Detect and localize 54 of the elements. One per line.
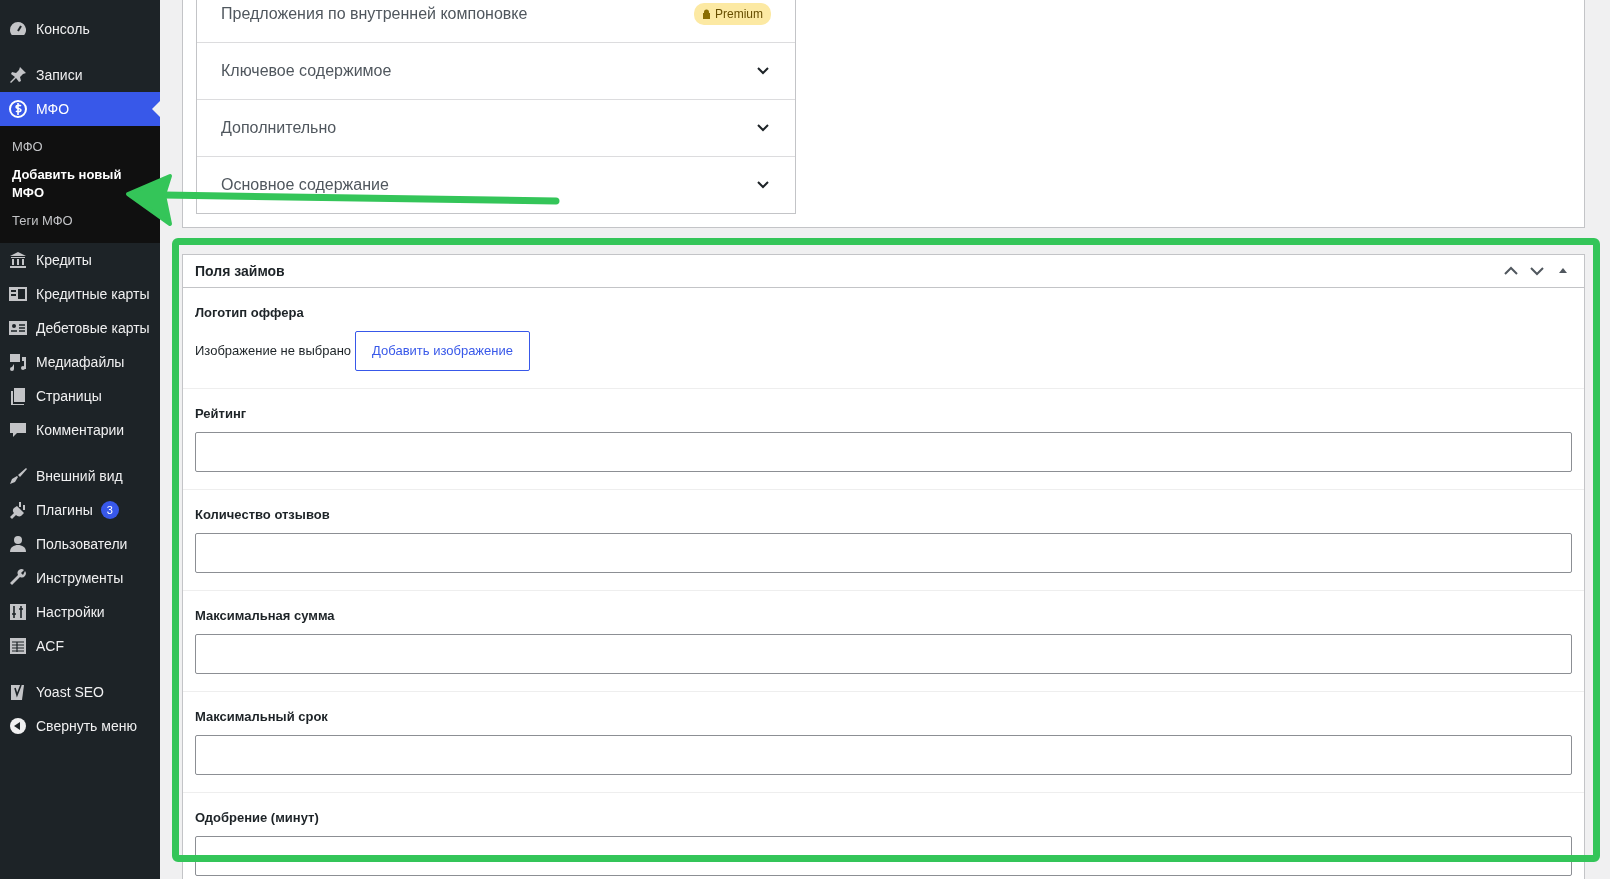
accordion-row[interactable]: Предложения по внутренней компоновке Premium [197, 0, 795, 42]
field-label: Максимальный срок [195, 708, 329, 725]
user-icon [8, 534, 28, 554]
media-icon [8, 352, 28, 372]
brush-icon [8, 466, 28, 486]
sidebar-item[interactable]: Кредиты [0, 243, 160, 277]
update-count-badge: 3 [100, 501, 119, 519]
dollar-icon [8, 99, 28, 119]
text-input-field[interactable] [195, 735, 1572, 775]
sidebar-item[interactable]: Консоль [0, 12, 160, 46]
field-label: Максимальная сумма [195, 607, 336, 624]
sidebar-item[interactable]: Записи [0, 58, 160, 92]
sidebar-item[interactable]: Медиафайлы [0, 345, 160, 379]
field-label: Одобрение (минут) [195, 809, 320, 826]
accordion-row[interactable]: Ключевое содержимое [197, 42, 795, 99]
text-input-field[interactable] [195, 432, 1572, 472]
sidebar-item[interactable]: Комментарии [0, 413, 160, 447]
field-label: Рейтинг [195, 405, 248, 422]
text-input-field[interactable] [195, 634, 1572, 674]
sidebar-item[interactable]: Пользователи [0, 527, 160, 561]
id-card-icon [8, 318, 28, 338]
comment-icon [8, 420, 28, 440]
sidebar-item[interactable]: Настройки [0, 595, 160, 629]
sidebar-item[interactable]: Инструменты [0, 561, 160, 595]
sidebar-item[interactable]: Внешний вид [0, 459, 160, 493]
submenu-item[interactable]: Добавить новый МФО [0, 161, 126, 207]
submenu-item[interactable]: Теги МФО [0, 207, 73, 235]
wrench-icon [8, 568, 28, 588]
accordion-row[interactable]: Дополнительно [197, 99, 795, 156]
field-label: Логотип оффера [195, 304, 305, 321]
add-image-button[interactable]: Добавить изображение [355, 331, 530, 371]
sidebar-item[interactable]: Плагины 3 [0, 493, 160, 527]
settings-icon [8, 602, 28, 622]
pin-icon [8, 65, 28, 85]
plug-icon [8, 500, 28, 520]
card-icon [8, 284, 28, 304]
sidebar-item[interactable]: Дебетовые карты [0, 311, 160, 345]
sidebar-item[interactable]: ACF [0, 629, 160, 663]
bank-icon [8, 250, 28, 270]
sidebar-item[interactable]: Кредитные карты [0, 277, 160, 311]
meta-box-title: Поля займов [195, 261, 285, 281]
sidebar-item[interactable]: МФО [0, 92, 160, 126]
sidebar-item[interactable]: Страницы [0, 379, 160, 413]
sidebar-item[interactable]: Yoast SEO [0, 675, 160, 709]
field-label: Количество отзывов [195, 506, 331, 523]
pages-icon [8, 386, 28, 406]
collapse-menu-icon [8, 716, 28, 736]
image-status: Изображение не выбрано [195, 342, 352, 361]
accordion-row[interactable]: Основное содержание [197, 156, 795, 213]
table-icon [8, 636, 28, 656]
premium-badge: Premium [694, 2, 771, 25]
sidebar-item[interactable]: Свернуть меню [0, 709, 160, 743]
submenu-item[interactable]: МФО [0, 133, 43, 161]
text-input-field[interactable] [195, 533, 1572, 573]
